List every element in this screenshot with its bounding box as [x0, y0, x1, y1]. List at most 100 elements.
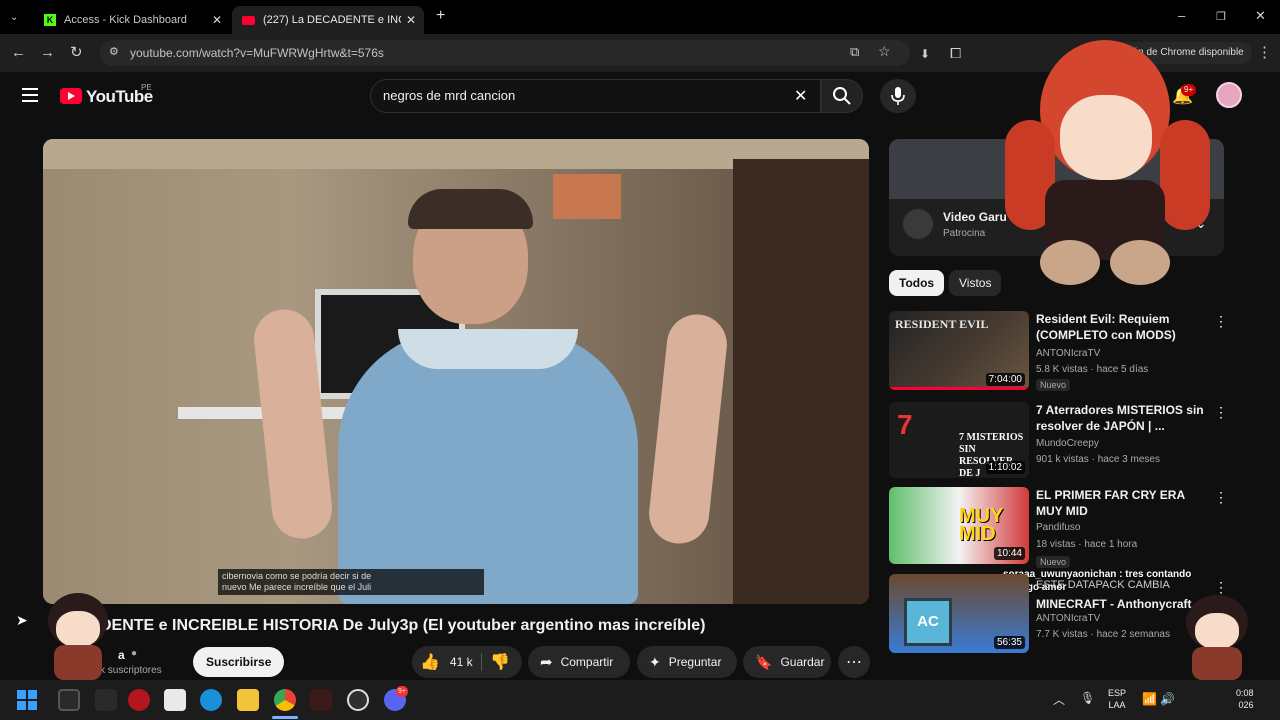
back-icon[interactable]: ← — [11, 45, 26, 61]
app-icon[interactable] — [310, 689, 332, 711]
kick-logo-icon: K — [44, 14, 56, 26]
download-icon[interactable]: ⬇ — [920, 46, 930, 62]
clear-search-icon[interactable]: ✕ — [794, 86, 807, 106]
store-icon[interactable] — [164, 689, 186, 711]
video-thumbnail[interactable]: AC 56:35 — [889, 574, 1029, 653]
youtube-favicon-icon — [242, 15, 255, 25]
list-item[interactable]: 7 7 MISTERIOS SIN RESOLVER DE J 1:10:02 … — [889, 402, 1228, 482]
list-item[interactable]: RESIDENT EVIL 7:04:00 Resident Evil: Req… — [889, 311, 1228, 391]
video-thumbnail[interactable]: MUY MID 10:44 — [889, 487, 1029, 564]
video-thumbnail[interactable]: 7 7 MISTERIOS SIN RESOLVER DE J 1:10:02 — [889, 402, 1029, 478]
reload-icon[interactable]: ↻ — [70, 45, 83, 61]
language-code: ESP — [1108, 688, 1127, 698]
forward-icon[interactable]: → — [40, 45, 55, 61]
video-meta: 5.8 K vistas · hace 5 días — [1036, 364, 1149, 375]
stream-overlay-chibi-right — [1172, 585, 1262, 680]
extensions-icon[interactable]: ⧠ — [950, 45, 961, 61]
video-title[interactable]: 7 Aterradores MISTERIOS sin resolver de … — [1036, 402, 1206, 434]
video-thumbnail[interactable]: RESIDENT EVIL 7:04:00 — [889, 311, 1029, 390]
edge-icon[interactable] — [200, 689, 222, 711]
voice-search-button[interactable] — [880, 79, 916, 113]
site-info-icon[interactable]: ⚙ — [109, 45, 119, 58]
tray-overflow-icon[interactable]: ︿ — [1053, 691, 1065, 708]
close-tab-icon[interactable]: ✕ — [212, 13, 222, 27]
channel-name[interactable]: MundoCreepy — [1036, 438, 1099, 449]
wifi-icon[interactable]: 📶 — [1142, 692, 1157, 706]
subscribe-button[interactable]: Suscribirse — [193, 647, 285, 677]
clock[interactable]: 0:08 026 — [1236, 687, 1254, 711]
ask-label: Preguntar — [668, 655, 722, 669]
close-tab-icon[interactable]: ✕ — [406, 13, 416, 27]
tab-kick-dashboard[interactable]: K Access - Kick Dashboard ✕ — [34, 6, 230, 34]
windows-start-icon[interactable] — [17, 690, 37, 710]
window-close-icon[interactable]: ✕ — [1255, 8, 1266, 24]
more-options-icon[interactable]: ⋮ — [1214, 404, 1228, 421]
stream-overlay-chibi-left — [40, 585, 115, 680]
search-input[interactable]: negros de mrd cancion — [383, 88, 515, 103]
install-app-icon[interactable]: ⧉ — [850, 44, 859, 60]
save-label: Guardar — [780, 655, 825, 669]
app-icon[interactable] — [95, 689, 117, 711]
caption-line: cibernovia como se podría decir si de — [222, 571, 372, 581]
url-text[interactable]: youtube.com/watch?v=MuFWRWgHrtw&t=576s — [130, 46, 384, 60]
tab-title: (227) La DECADENTE e INCREIB — [263, 14, 401, 26]
region-code: PE — [141, 83, 152, 92]
duration-badge: 1:10:02 — [985, 461, 1025, 474]
youtube-logo-icon[interactable] — [60, 88, 82, 104]
list-item[interactable]: MUY MID 10:44 EL PRIMER FAR CRY ERA MUY … — [889, 487, 1228, 568]
channel-name[interactable]: a — [118, 648, 125, 662]
clock-date: 026 — [1238, 700, 1254, 710]
clock-time: 0:08 — [1236, 688, 1254, 698]
ad-avatar — [903, 209, 933, 239]
mouse-cursor-icon: ➤ — [16, 612, 28, 628]
dislike-button[interactable]: 👎 — [490, 652, 510, 672]
channel-name[interactable]: ANTONIcraTV — [1036, 348, 1100, 359]
like-dislike-group: 👍 41 k 👎 — [412, 646, 522, 678]
bookmark-star-icon[interactable]: ☆ — [878, 43, 891, 60]
more-options-icon[interactable]: ⋮ — [1214, 313, 1228, 330]
duration-badge: 56:35 — [993, 636, 1025, 649]
more-icon: ⋯ — [846, 654, 862, 671]
new-tab-icon[interactable]: + — [436, 8, 445, 24]
volume-icon[interactable]: 🔊 — [1160, 692, 1175, 706]
channel-name[interactable]: Pandifuso — [1036, 522, 1080, 533]
chrome-icon[interactable] — [274, 689, 296, 711]
video-title[interactable]: EL PRIMER FAR CRY ERA MUY MID — [1036, 487, 1206, 519]
video-title: DENTE e INCREIBLE HISTORIA De July3p (El… — [100, 617, 706, 634]
video-title[interactable]: Resident Evil: Requiem (COMPLETO con MOD… — [1036, 311, 1206, 343]
file-explorer-icon[interactable] — [237, 689, 259, 711]
video-player[interactable]: cibernovia como se podría decir si de nu… — [43, 139, 869, 604]
thumbs-up-icon: 👍 — [420, 654, 440, 671]
app-icon[interactable] — [58, 689, 80, 711]
share-button[interactable]: ➦ Compartir — [528, 646, 630, 678]
like-button[interactable]: 👍 41 k — [420, 652, 473, 672]
tab-youtube-video[interactable]: (227) La DECADENTE e INCREIB ✕ — [232, 6, 424, 34]
active-app-indicator — [272, 716, 298, 719]
microphone-tray-icon[interactable]: 🎙 — [1080, 691, 1095, 705]
new-badge: Nuevo — [1036, 556, 1071, 568]
app-icon[interactable] — [128, 689, 150, 711]
video-meta: 7.7 K vistas · hace 2 semanas — [1036, 629, 1170, 640]
new-badge: Nuevo — [1036, 379, 1071, 391]
channel-name[interactable]: ANTONIcraTV — [1036, 613, 1100, 624]
verified-icon: ● — [131, 648, 138, 659]
search-bar[interactable]: negros de mrd cancion ✕ — [370, 79, 821, 113]
more-actions-button[interactable]: ⋯ — [838, 646, 870, 678]
ask-button[interactable]: ✦ Preguntar — [637, 646, 737, 678]
stream-overlay-mascot — [985, 20, 1225, 290]
more-options-icon[interactable]: ⋮ — [1214, 489, 1228, 506]
hamburger-menu-icon[interactable] — [22, 88, 38, 102]
search-button[interactable] — [821, 79, 863, 113]
video-caption: cibernovia como se podría decir si de nu… — [218, 569, 484, 595]
save-button[interactable]: 🔖 Guardar — [743, 646, 831, 678]
thumbs-down-icon: 👎 — [490, 654, 510, 671]
address-bar[interactable]: ⚙ youtube.com/watch?v=MuFWRWgHrtw&t=576s… — [100, 40, 910, 66]
obs-icon[interactable] — [347, 689, 369, 711]
language-indicator[interactable]: ESP LAA — [1108, 687, 1126, 711]
chip-all[interactable]: Todos — [889, 270, 945, 296]
chrome-menu-icon[interactable]: ⋮ — [1257, 45, 1272, 61]
duration-badge: 7:04:00 — [985, 373, 1025, 386]
chip-watched[interactable]: Vistos — [949, 270, 1002, 296]
ad-sponsor: Patrocina — [943, 228, 986, 239]
tab-search-chevron-icon[interactable]: ⌄ — [10, 10, 18, 26]
